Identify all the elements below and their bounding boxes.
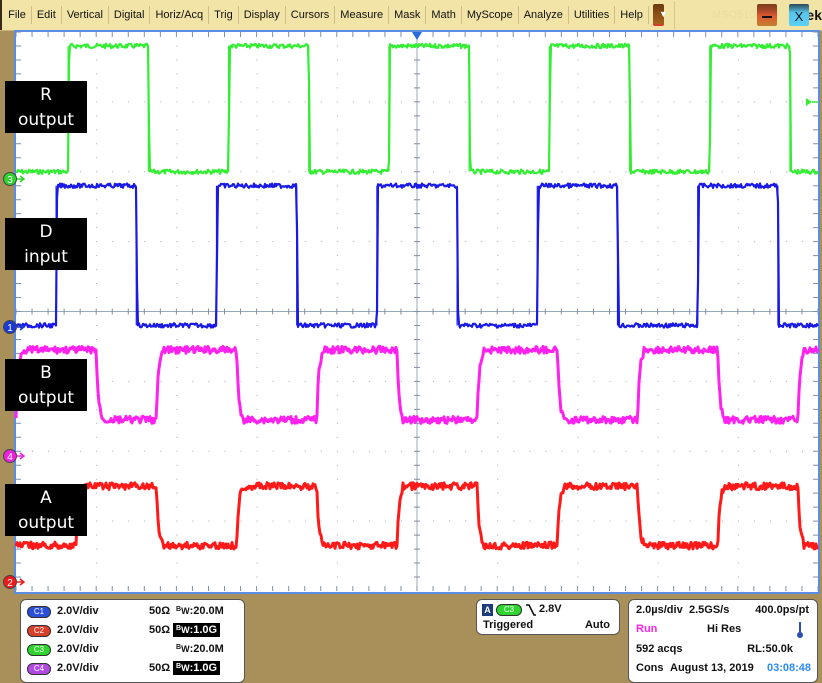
trigger-level: 2.8V [539,603,562,615]
trigger-source-pill: C3 [496,604,522,616]
bandwidth-value: 20.0M [193,643,224,655]
acq-mode: Hi Res [707,623,741,635]
resolution: 400.0ps/pt [755,604,809,616]
trigger-level-icon [806,98,812,106]
volts-per-div: 2.0V/div [57,605,99,617]
bandwidth-value: 1.0G [193,624,217,636]
channel-marker-c3-arrow-icon [17,176,24,182]
trigger-badge: A [482,604,493,616]
label-b-line2: output [5,386,87,411]
impedance: 50Ω [149,605,170,617]
thermometer-icon [796,621,804,639]
trigger-state: Triggered [483,619,533,631]
label-d-line2: input [5,245,87,270]
channel-row-c4[interactable]: C4 2.0V/div 50ΩBW:1.0G [21,661,244,679]
bandwidth-limit: BW:20.0M [173,604,227,618]
channel-row-c3[interactable]: C3 2.0V/div BW:20.0M [21,642,244,660]
label-d-line1: D [5,220,87,245]
label-r-line2: output [5,108,87,133]
waveform-display[interactable]: 3 1 4 2 [0,0,822,600]
trigger-panel[interactable]: A C3 2.8V Triggered Auto [476,599,620,635]
status-area: C12.0V/div50ΩBW:20.0MC22.0V/div50ΩBW:1.0… [0,594,822,681]
channel-pill[interactable]: C4 [27,663,51,675]
label-d-input: D input [5,218,87,270]
channel-marker-c2-arrow-icon [17,579,24,585]
label-a-output: A output [5,484,87,536]
sample-rate: 2.5GS/s [689,604,729,616]
channel-pill[interactable]: C1 [27,606,51,618]
channel-marker-c4-label: 4 [7,452,13,463]
label-a-line2: output [5,511,87,536]
label-a-line1: A [5,486,87,511]
channel-marker-c3-label: 3 [7,175,13,186]
bandwidth-limit: BW:1.0G [173,623,220,637]
bandwidth-limit: BW:1.0G [173,661,220,675]
label-b-output: B output [5,359,87,411]
channel-row-c2[interactable]: C2 2.0V/div 50ΩBW:1.0G [21,623,244,641]
channel-pill[interactable]: C3 [27,644,51,656]
cons-label: Cons [636,662,664,674]
timebase: 2.0µs/div [636,604,683,616]
run-state: Run [636,623,657,635]
close-button[interactable]: X [789,4,809,26]
label-b-line1: B [5,361,87,386]
record-length: RL:50.0k [747,643,793,655]
bandwidth-value: 1.0G [193,662,217,674]
impedance: 50Ω [149,624,170,636]
clock-time: 03:08:48 [767,662,811,674]
channel-marker-c2-label: 2 [7,578,13,589]
trigger-position-icon [412,32,422,40]
acquisition-panel[interactable]: 2.0µs/div 2.5GS/s 400.0ps/pt Run Hi Res … [628,599,818,683]
volts-per-div: 2.0V/div [57,624,99,636]
volts-per-div: 2.0V/div [57,662,99,674]
volts-per-div: 2.0V/div [57,643,99,655]
channel-row-c1[interactable]: C1 2.0V/div 50ΩBW:20.0M [21,604,244,622]
channel-marker-c1-label: 1 [7,323,13,334]
channel-pill[interactable]: C2 [27,625,51,637]
date: August 13, 2019 [670,662,754,674]
channel-marker-c4-arrow-icon [17,453,24,459]
impedance: 50Ω [149,662,170,674]
minimize-button[interactable] [757,4,777,26]
channel-settings-panel[interactable]: C12.0V/div50ΩBW:20.0MC22.0V/div50ΩBW:1.0… [20,599,245,683]
bandwidth-limit: BW:20.0M [173,642,227,656]
label-r-line1: R [5,83,87,108]
bandwidth-value: 20.0M [193,605,224,617]
falling-edge-icon [525,603,537,617]
acquisition-count: 592 acqs [636,643,682,655]
waveform-edges-c3 [68,46,790,172]
label-r-output: R output [5,81,87,133]
trigger-mode: Auto [585,619,610,631]
